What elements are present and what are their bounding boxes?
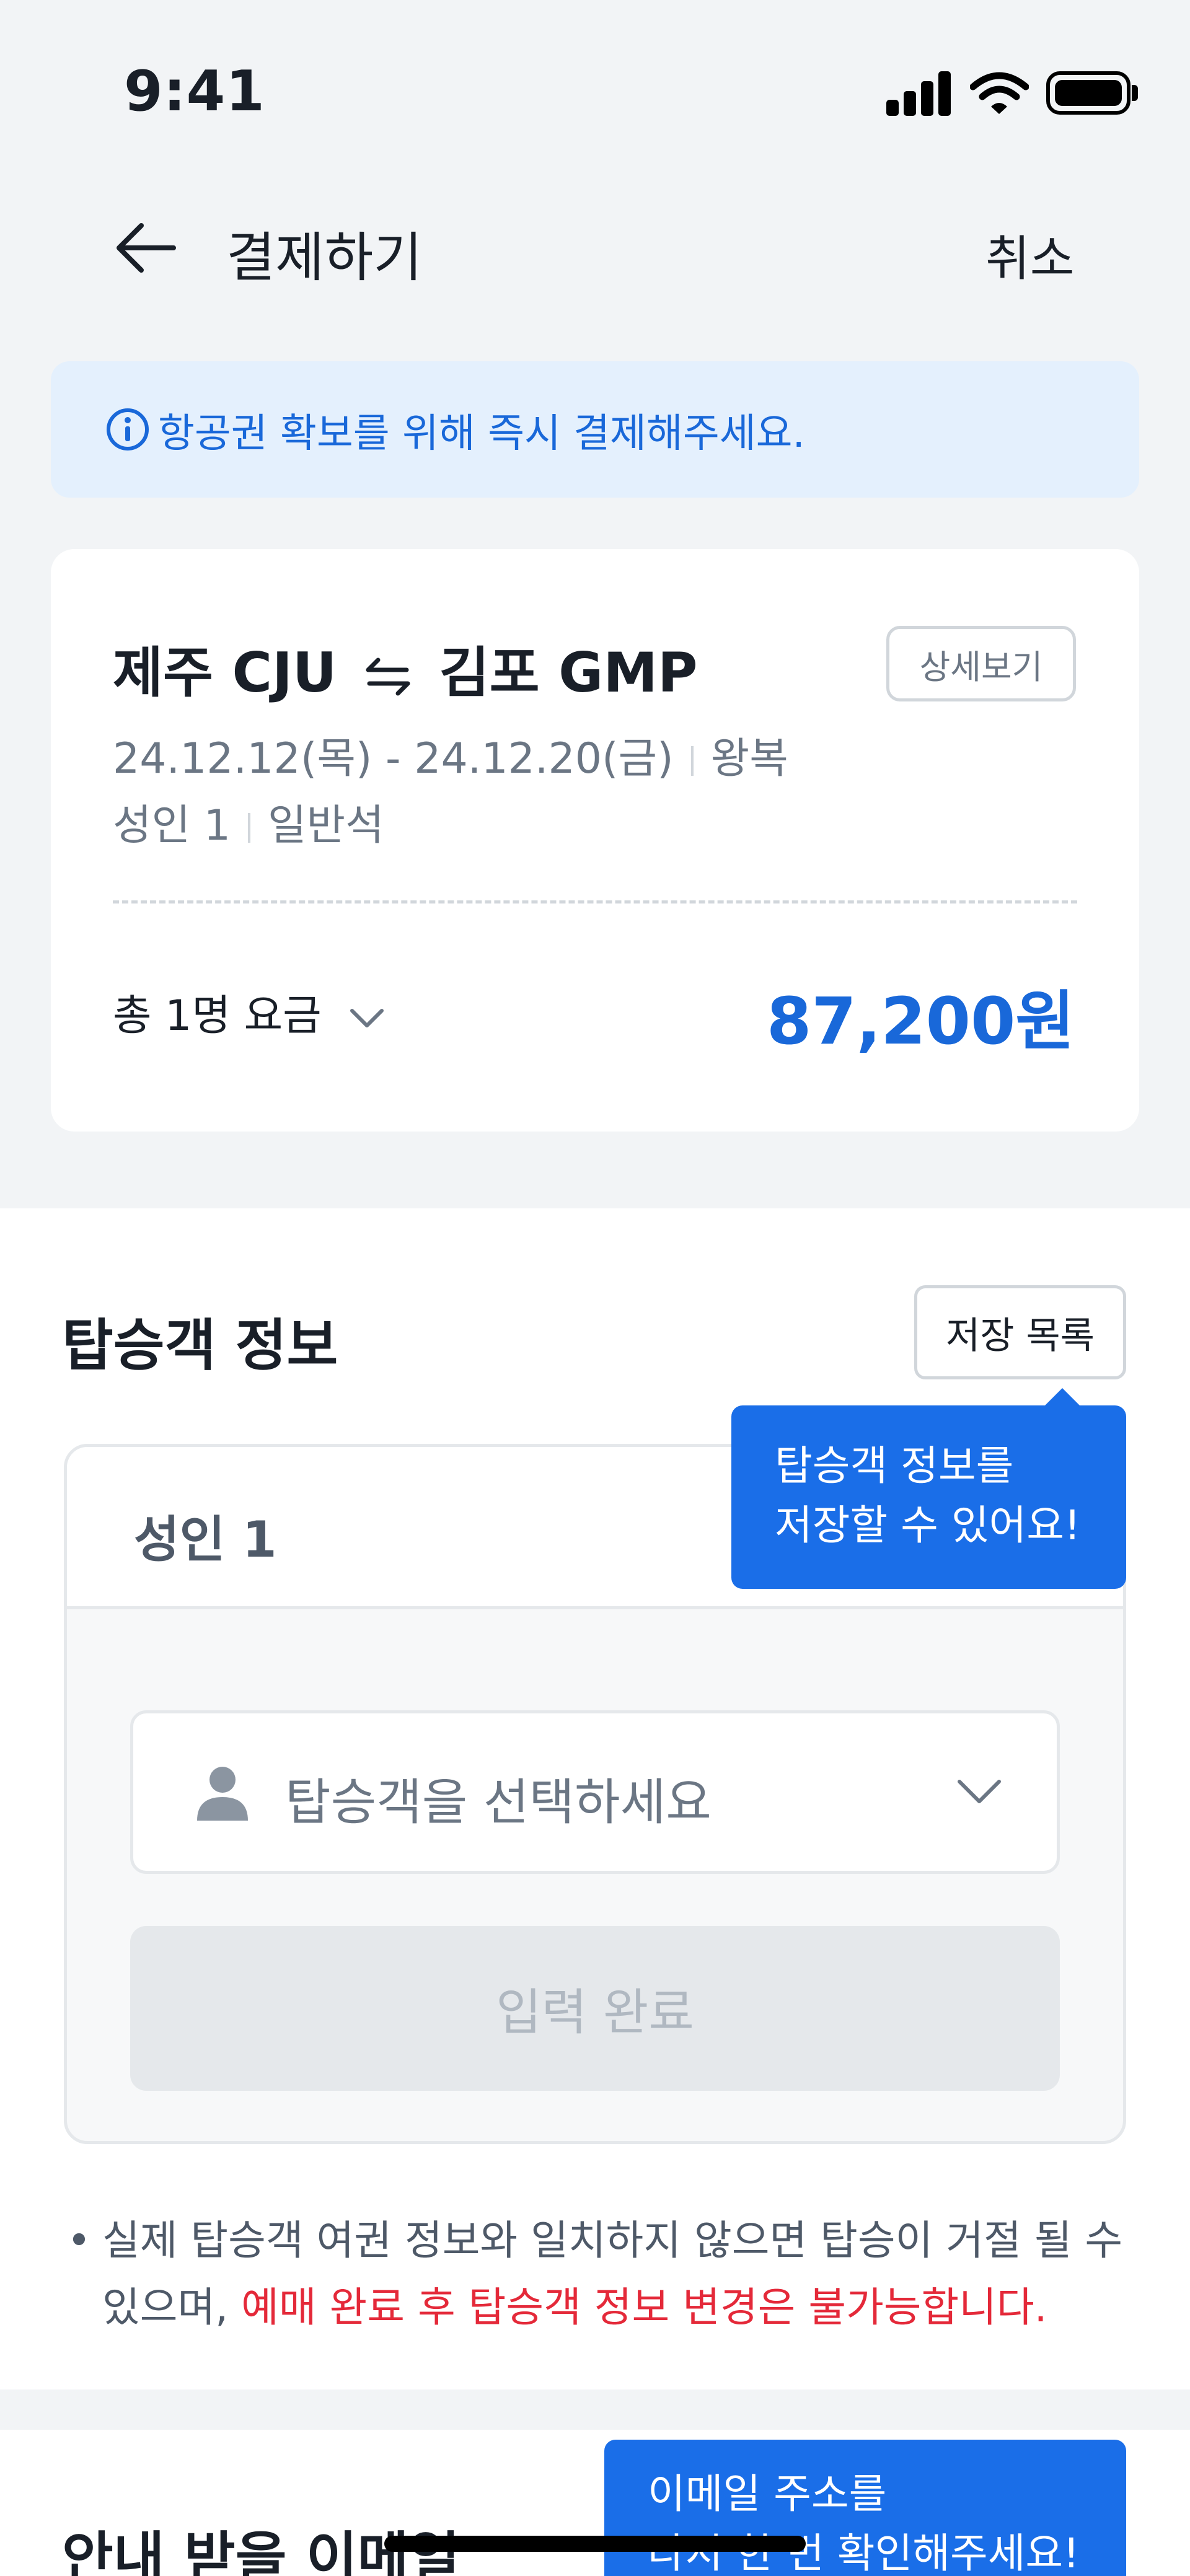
email-tooltip: 이메일 주소를 다시 한 번 확인해주세요! — [604, 2440, 1126, 2576]
date-range: 24.12.12(목) - 24.12.20(금) — [113, 734, 674, 783]
saved-list-tooltip: 탑승객 정보를 저장할 수 있어요! — [731, 1405, 1126, 1589]
cancel-button[interactable]: 취소 — [985, 220, 1075, 289]
destination: 김포 GMP — [439, 641, 698, 705]
flight-dates: 24.12.12(목) - 24.12.20(금) 왕복 — [113, 724, 788, 785]
tooltip-line: 이메일 주소를 — [648, 2470, 887, 2518]
passenger-count: 성인 1 — [113, 801, 231, 850]
route-title: 제주 CJU 김포 GMP — [113, 629, 697, 708]
person-icon — [197, 1767, 248, 1821]
signal-icon — [886, 71, 951, 116]
passenger-section-title: 탑승객 정보 — [62, 1313, 338, 1378]
divider — [248, 813, 250, 843]
swap-icon — [366, 657, 410, 696]
divider — [690, 746, 694, 776]
fare-label: 총 1명 요금 — [113, 991, 322, 1040]
dashed-divider — [113, 900, 1077, 903]
status-time: 9:41 — [124, 59, 265, 124]
chevron-down-icon — [958, 1780, 1001, 1803]
battery-icon — [1046, 71, 1130, 115]
battery-tip — [1132, 85, 1138, 101]
submit-button[interactable]: 입력 완료 — [130, 1926, 1060, 2091]
back-arrow-icon[interactable] — [112, 217, 180, 279]
seat-class: 일반석 — [268, 801, 384, 850]
fare-price: 87,200원 — [766, 983, 1075, 1059]
passenger-summary: 성인 1 일반석 — [113, 791, 384, 852]
passenger-notice: • 실제 탑승객 여권 정보와 일치하지 않으면 탑승이 거절 될 수 있으며,… — [62, 2207, 1128, 2341]
passenger-select-placeholder: 탑승객을 선택하세요 — [285, 1774, 712, 1831]
home-indicator[interactable] — [384, 2536, 806, 2552]
chevron-down-icon — [350, 1009, 384, 1028]
page-title: 결제하기 — [226, 227, 423, 289]
banner-text: 항공권 확보를 위해 즉시 결제해주세요. — [158, 411, 805, 457]
wifi-icon — [970, 72, 1029, 114]
tooltip-line: 탑승객 정보를 — [775, 1442, 1014, 1490]
tooltip-line: 저장할 수 있어요! — [775, 1501, 1081, 1549]
fare-toggle[interactable]: 총 1명 요금 — [113, 981, 386, 1042]
notice-bullet: • — [67, 2217, 91, 2264]
trip-type: 왕복 — [710, 734, 788, 783]
saved-list-button[interactable]: 저장 목록 — [914, 1285, 1126, 1379]
notice-warning: 예매 완료 후 탑승객 정보 변경은 불가능합니다. — [241, 2284, 1047, 2331]
details-button[interactable]: 상세보기 — [886, 626, 1076, 701]
info-icon — [107, 408, 149, 451]
origin: 제주 CJU — [113, 641, 337, 705]
passenger-label: 성인 1 — [134, 1511, 277, 1568]
tooltip-tail — [1044, 1388, 1081, 1407]
